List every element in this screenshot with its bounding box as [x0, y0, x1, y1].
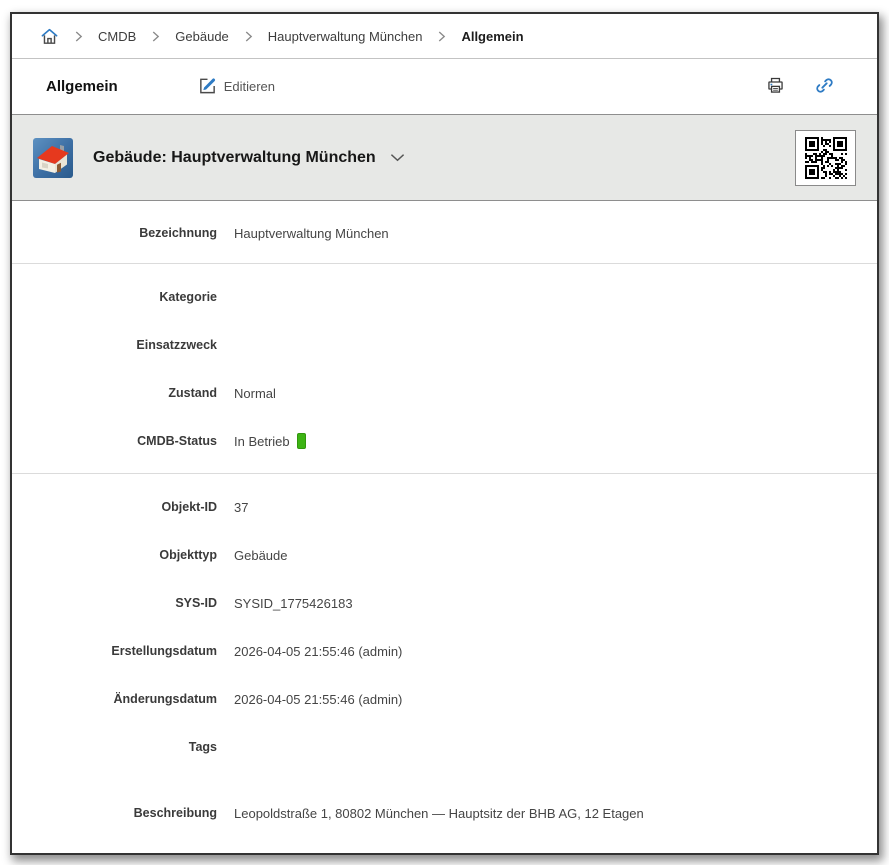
- field-value: 37: [234, 499, 249, 515]
- field-value: Hauptverwaltung München: [234, 225, 389, 241]
- field-value: 2026-04-05 21:55:46 (admin): [234, 643, 403, 659]
- chevron-right-icon: [244, 30, 253, 43]
- field-value: Gebäude: [234, 547, 288, 563]
- field-label: Objekt-ID: [161, 500, 217, 514]
- home-icon[interactable]: [40, 27, 59, 46]
- field-row-objekt-id: Objekt-ID 37: [12, 483, 877, 531]
- field-label: Änderungsdatum: [113, 692, 217, 706]
- field-value: Leopoldstraße 1, 80802 München — Hauptsi…: [234, 805, 644, 821]
- field-row-beschreibung: Beschreibung Leopoldstraße 1, 80802 Münc…: [12, 789, 877, 837]
- field-row-aenderungsdatum: Änderungsdatum 2026-04-05 21:55:46 (admi…: [12, 675, 877, 723]
- field-row-zustand: Zustand Normal: [12, 369, 877, 417]
- field-value: Normal: [234, 385, 276, 401]
- field-label: Einsatzzweck: [136, 338, 217, 352]
- category-content: Bezeichnung Hauptverwaltung München Kate…: [12, 201, 877, 853]
- field-label: Erstellungsdatum: [111, 644, 217, 658]
- field-value: 2026-04-05 21:55:46 (admin): [234, 691, 403, 707]
- fieldset-state: Kategorie Einsatzzweck Zustand Normal CM…: [12, 263, 877, 473]
- edit-button[interactable]: Editieren: [198, 76, 275, 98]
- permalink-button[interactable]: [814, 75, 835, 99]
- fieldset-meta: Objekt-ID 37 Objekttyp Gebäude SYS-ID SY…: [12, 473, 877, 845]
- object-detail-window: CMDB Gebäude Hauptverwaltung München All…: [10, 12, 879, 855]
- cmdb-status-text: In Betrieb: [234, 433, 290, 449]
- field-label: Zustand: [168, 386, 217, 400]
- breadcrumb-item-cmdb[interactable]: CMDB: [98, 29, 136, 44]
- fieldset-title: Bezeichnung Hauptverwaltung München: [12, 201, 877, 263]
- breadcrumb: CMDB Gebäude Hauptverwaltung München All…: [12, 14, 877, 59]
- cmdb-status-badge: [296, 433, 306, 449]
- chevron-right-icon: [74, 30, 83, 43]
- building-icon: [33, 137, 73, 178]
- print-button[interactable]: [765, 75, 786, 99]
- field-label: SYS-ID: [175, 596, 217, 610]
- chevron-right-icon: [151, 30, 160, 43]
- field-label: Bezeichnung: [139, 226, 217, 240]
- object-title: Gebäude: Hauptverwaltung München: [93, 148, 376, 166]
- category-title: Allgemein: [46, 78, 118, 95]
- field-label: Beschreibung: [133, 806, 217, 820]
- field-row-sys-id: SYS-ID SYSID_1775426183: [12, 579, 877, 627]
- field-label: Kategorie: [159, 290, 217, 304]
- field-label: CMDB-Status: [137, 434, 217, 448]
- field-row-bezeichnung: Bezeichnung Hauptverwaltung München: [12, 209, 877, 257]
- chevron-right-icon: [437, 30, 446, 43]
- breadcrumb-item-allgemein: Allgemein: [461, 28, 524, 44]
- edit-icon: [198, 76, 217, 98]
- object-header: Gebäude: Hauptverwaltung München: [12, 114, 877, 201]
- chevron-down-icon[interactable]: [390, 153, 405, 162]
- category-toolbar: Allgemein Editieren: [12, 59, 877, 114]
- field-row-objekttyp: Objekttyp Gebäude: [12, 531, 877, 579]
- edit-button-label: Editieren: [223, 79, 275, 94]
- field-label: Objekttyp: [159, 548, 217, 562]
- field-row-cmdb-status: CMDB-Status In Betrieb: [12, 417, 877, 465]
- breadcrumb-item-object[interactable]: Hauptverwaltung München: [268, 29, 423, 44]
- field-value: SYSID_1775426183: [234, 595, 353, 611]
- printer-icon: [765, 75, 786, 99]
- field-row-tags: Tags: [12, 723, 877, 771]
- link-icon: [814, 75, 835, 99]
- breadcrumb-item-gebaeude[interactable]: Gebäude: [175, 29, 229, 44]
- qr-code: [795, 129, 856, 186]
- field-label: Tags: [188, 740, 217, 754]
- field-row-einsatzzweck: Einsatzzweck: [12, 321, 877, 369]
- field-row-erstellungsdatum: Erstellungsdatum 2026-04-05 21:55:46 (ad…: [12, 627, 877, 675]
- field-row-kategorie: Kategorie: [12, 273, 877, 321]
